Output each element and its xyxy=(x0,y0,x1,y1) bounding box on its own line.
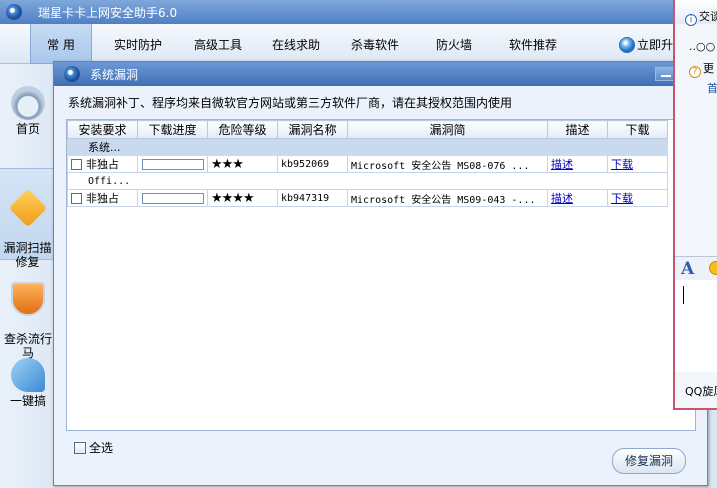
group-label: Offi... xyxy=(67,172,668,190)
column-header-desc[interactable]: 描述 xyxy=(547,120,608,139)
menu-advanced-tools[interactable]: 高级工具 xyxy=(194,36,242,53)
download-progress-bar xyxy=(141,158,204,170)
risk-cell: ★★★ xyxy=(207,155,278,173)
progress-cell xyxy=(137,155,208,173)
sidebar-item-label: 一键搞 xyxy=(9,394,46,408)
requirement-cell: 非独占 xyxy=(67,155,138,173)
app-titlebar[interactable]: 瑞星卡卡上网安全助手6.0 xyxy=(0,0,680,24)
download-link[interactable]: 下载 xyxy=(611,192,633,205)
download-cell: 下载 xyxy=(607,155,668,173)
app-sidebar: 首页 漏洞扫描 修复 查杀流行 马 一键搞 xyxy=(0,64,56,488)
sidebar-item-trojan-scan[interactable]: 查杀流行 马 xyxy=(0,268,56,360)
menu-upgrade-label: 立即升 xyxy=(637,38,674,52)
sidebar-item-label: 首页 xyxy=(15,122,40,136)
row-checkbox[interactable] xyxy=(71,193,82,204)
risk-stars: ★★★★ xyxy=(211,190,255,206)
download-progress-bar xyxy=(141,192,204,204)
vulnerability-table: 安装要求 下载进度 危险等级 漏洞名称 漏洞简 描述 下载 系统... 非独占 … xyxy=(67,120,668,207)
select-all-label: 全选 xyxy=(89,441,114,455)
menu-upgrade-now[interactable]: 立即升 xyxy=(619,36,673,53)
summary-cell: Microsoft 安全公告 MS09-043 -... xyxy=(347,189,548,207)
vulnerability-scan-icon xyxy=(8,188,47,228)
qq-message-input[interactable] xyxy=(675,280,717,372)
dialog-title: 系统漏洞 xyxy=(90,68,139,82)
vulnerability-list: 安装要求 下载进度 危险等级 漏洞名称 漏洞简 描述 下载 系统... 非独占 … xyxy=(66,119,696,431)
summary-cell: Microsoft 安全公告 MS08-076 ... xyxy=(347,155,548,173)
sidebar-item-one-click[interactable]: 一键搞 xyxy=(0,358,56,408)
column-header-risk[interactable]: 危险等级 xyxy=(207,120,278,139)
rising-logo-icon xyxy=(6,4,22,20)
row-checkbox[interactable] xyxy=(71,159,82,170)
requirement-label: 非独占 xyxy=(86,192,119,205)
download-cell: 下载 xyxy=(607,189,668,207)
qq-chat-window: i交谈 ..○○ ?更 首 A QQ旋风 xyxy=(673,0,717,410)
column-header-progress[interactable]: 下载进度 xyxy=(137,120,208,139)
menu-common[interactable]: 常 用 xyxy=(30,24,92,64)
group-row-office[interactable]: Offi... xyxy=(67,172,668,190)
menu-software-recommend[interactable]: 软件推荐 xyxy=(509,36,557,53)
column-header-download[interactable]: 下载 xyxy=(607,120,668,139)
menu-firewall[interactable]: 防火墙 xyxy=(436,36,472,53)
shield-icon xyxy=(11,282,45,316)
sidebar-item-label: 漏洞扫描 修复 xyxy=(3,241,52,269)
one-click-tool-icon xyxy=(11,358,45,392)
sidebar-item-label: 查杀流行 马 xyxy=(3,332,52,360)
globe-icon xyxy=(619,36,635,53)
qq-chat-tab-label: 交谈 xyxy=(699,10,717,23)
qq-more-item[interactable]: ? 更 xyxy=(689,60,714,78)
repair-vulnerabilities-button[interactable]: 修复漏洞 xyxy=(612,448,686,474)
qq-input-toolbar: A xyxy=(675,256,717,280)
desc-cell: 描述 xyxy=(547,155,608,173)
column-header-summary[interactable]: 漏洞简 xyxy=(347,120,548,139)
column-header-name[interactable]: 漏洞名称 xyxy=(277,120,348,139)
progress-cell xyxy=(137,189,208,207)
qq-home-link[interactable]: 首 xyxy=(707,80,717,96)
table-row[interactable]: 非独占 ★★★ kb952069 Microsoft 安全公告 MS08-076… xyxy=(67,155,668,173)
dialog-description: 系统漏洞补丁、程序均来自微软官方网站或第三方软件厂商，请在其授权范围内使用 xyxy=(68,96,513,110)
qq-contact-status: ..○○ xyxy=(689,40,716,53)
patch-name-cell: kb947319 xyxy=(277,189,348,207)
menu-realtime-protection[interactable]: 实时防护 xyxy=(114,36,162,53)
font-icon[interactable]: A xyxy=(681,259,694,279)
risk-cell: ★★★★ xyxy=(207,189,278,207)
download-link[interactable]: 下载 xyxy=(611,158,633,171)
risk-stars: ★★★ xyxy=(211,156,244,172)
table-header-row: 安装要求 下载进度 危险等级 漏洞名称 漏洞简 描述 下载 xyxy=(67,120,668,139)
description-link[interactable]: 描述 xyxy=(551,192,573,205)
requirement-label: 非独占 xyxy=(86,158,119,171)
desc-cell: 描述 xyxy=(547,189,608,207)
select-all-checkbox[interactable]: 全选 xyxy=(74,439,113,456)
home-icon xyxy=(11,86,45,120)
requirement-cell: 非独占 xyxy=(67,189,138,207)
text-caret xyxy=(683,286,684,304)
sidebar-item-vuln-scan[interactable]: 漏洞扫描 修复 xyxy=(0,168,56,269)
group-row-system[interactable]: 系统... xyxy=(67,138,668,156)
app-title: 瑞星卡卡上网安全助手6.0 xyxy=(38,6,178,20)
app-menubar: 常 用 实时防护 高级工具 在线求助 杀毒软件 防火墙 软件推荐 立即升 xyxy=(0,24,680,64)
group-label: 系统... xyxy=(67,138,668,156)
menu-online-help[interactable]: 在线求助 xyxy=(272,36,320,53)
menu-antivirus[interactable]: 杀毒软件 xyxy=(351,36,399,53)
info-icon: i xyxy=(685,14,697,26)
help-icon: ? xyxy=(689,66,701,78)
sidebar-item-home[interactable]: 首页 xyxy=(0,86,56,136)
qq-more-label: 更 xyxy=(703,62,714,75)
patch-name-cell: kb952069 xyxy=(277,155,348,173)
rising-logo-icon xyxy=(64,66,80,82)
qq-footer-label[interactable]: QQ旋风 xyxy=(685,383,717,399)
checkbox-box[interactable] xyxy=(74,441,86,454)
description-link[interactable]: 描述 xyxy=(551,158,573,171)
emoticon-icon[interactable] xyxy=(709,261,717,275)
qq-chat-tab[interactable]: i 交谈 xyxy=(685,8,717,26)
table-row[interactable]: 非独占 ★★★★ kb947319 Microsoft 安全公告 MS09-04… xyxy=(67,189,668,207)
dialog-titlebar[interactable]: 系统漏洞 xyxy=(54,62,707,86)
column-header-requirement[interactable]: 安装要求 xyxy=(67,120,138,139)
system-vulnerability-dialog: 系统漏洞 系统漏洞补丁、程序均来自微软官方网站或第三方软件厂商，请在其授权范围内… xyxy=(53,61,708,486)
